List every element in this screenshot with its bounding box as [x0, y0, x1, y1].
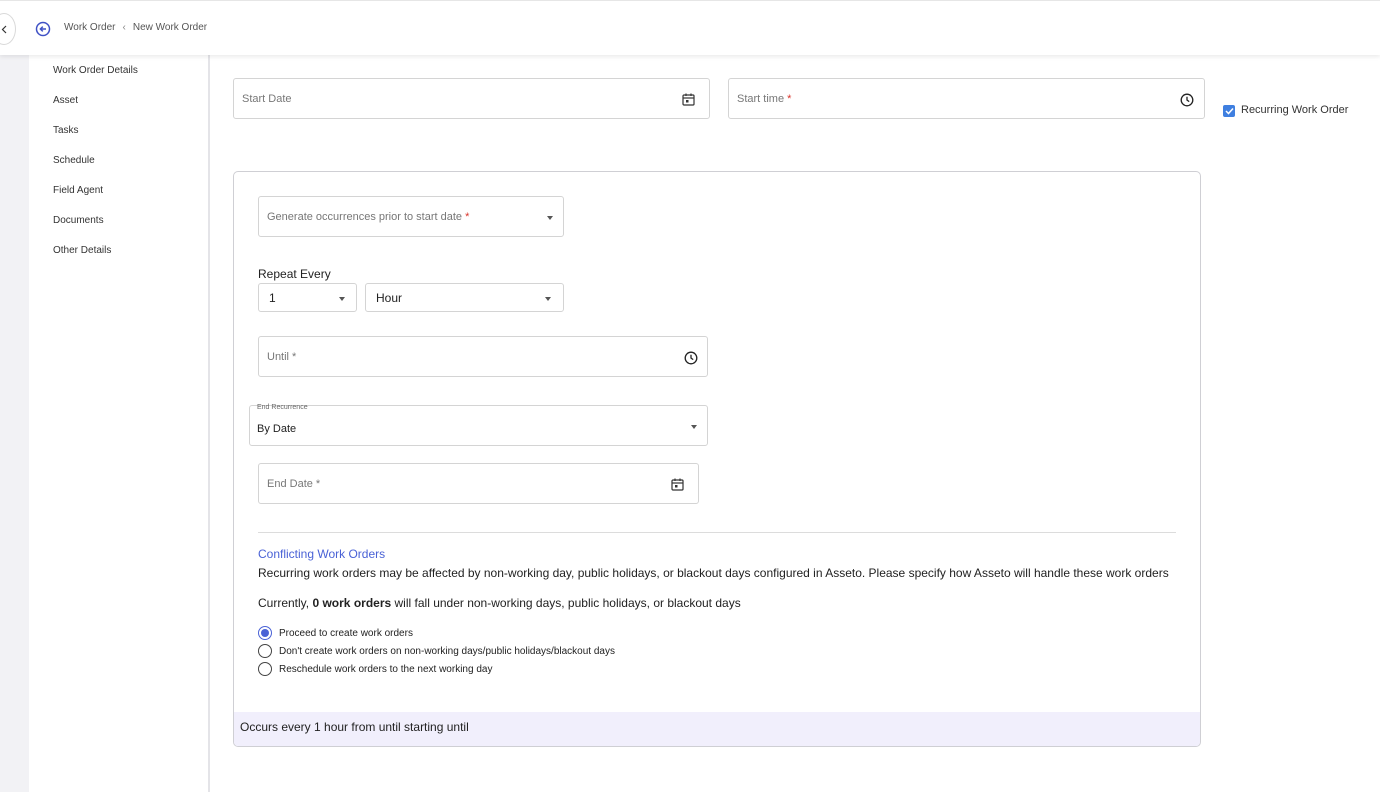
radio-proceed-label: Proceed to create work orders [279, 627, 413, 639]
repeat-count-select[interactable]: 1 [258, 283, 357, 312]
breadcrumb-new-work-order: New Work Order [132, 22, 208, 33]
generate-occurrences-placeholder: Generate occurrences prior to start date… [267, 211, 470, 223]
start-date-field[interactable]: Start Date [233, 78, 710, 119]
radio-button-selected[interactable] [258, 626, 272, 640]
nav-documents[interactable]: Documents [53, 215, 104, 226]
start-time-field[interactable]: Start time * [728, 78, 1205, 119]
left-rail [0, 55, 29, 792]
breadcrumb: Work Order ‹ New Work Order [64, 22, 207, 33]
end-recurrence-value: By Date [257, 423, 297, 435]
radio-dont-create-label: Don't create work orders on non-working … [279, 645, 615, 657]
chevron-left-icon [1, 25, 7, 33]
recurring-work-order-checkbox[interactable] [1223, 105, 1235, 117]
clock-icon[interactable] [684, 351, 698, 365]
until-placeholder: Until * [267, 351, 297, 363]
top-bar: Work Order ‹ New Work Order [0, 0, 1380, 55]
radio-button[interactable] [258, 662, 272, 676]
chevron-down-icon [691, 425, 697, 429]
checkmark-icon [1224, 107, 1234, 115]
nav-schedule[interactable]: Schedule [53, 155, 95, 166]
conflicting-work-orders-description: Recurring work orders may be affected by… [258, 566, 1169, 580]
breadcrumb-chevron-icon: ‹ [122, 22, 126, 33]
end-date-field[interactable]: End Date * [258, 463, 699, 504]
end-recurrence-label: End Recurrence [257, 404, 308, 411]
repeat-count-value: 1 [269, 291, 276, 305]
clock-icon[interactable] [1180, 93, 1194, 107]
calendar-icon[interactable] [671, 478, 684, 491]
radio-proceed[interactable]: Proceed to create work orders [258, 626, 413, 640]
recurrence-card: Generate occurrences prior to start date… [233, 171, 1201, 747]
radio-reschedule-label: Reschedule work orders to the next worki… [279, 663, 493, 675]
repeat-unit-select[interactable]: Hour [365, 283, 564, 312]
nav-other-details[interactable]: Other Details [53, 245, 111, 256]
conflicting-work-orders-count: Currently, 0 work orders will fall under… [258, 596, 741, 610]
nav-asset[interactable]: Asset [53, 95, 78, 106]
calendar-icon[interactable] [682, 93, 695, 106]
radio-button[interactable] [258, 644, 272, 658]
generate-occurrences-select[interactable]: Generate occurrences prior to start date… [258, 196, 564, 237]
nav-work-order-details[interactable]: Work Order Details [53, 65, 138, 76]
end-date-placeholder: End Date * [267, 478, 321, 490]
section-nav: Work Order Details Asset Tasks Schedule … [29, 55, 210, 792]
conflicting-work-orders-title: Conflicting Work Orders [258, 547, 386, 561]
start-time-placeholder: Start time * [737, 93, 792, 105]
recurrence-summary: Occurs every 1 hour from until starting … [234, 712, 1200, 746]
nav-tasks[interactable]: Tasks [53, 125, 79, 136]
section-divider [258, 532, 1176, 533]
chevron-down-icon [339, 297, 345, 301]
breadcrumb-work-order[interactable]: Work Order [64, 22, 116, 33]
repeat-unit-value: Hour [376, 291, 403, 305]
chevron-down-icon [547, 216, 553, 220]
back-arrow-icon[interactable] [35, 21, 51, 37]
nav-field-agent[interactable]: Field Agent [53, 185, 103, 196]
repeat-every-label: Repeat Every [258, 267, 331, 281]
radio-reschedule[interactable]: Reschedule work orders to the next worki… [258, 662, 492, 676]
until-field[interactable]: Until * [258, 336, 708, 377]
end-recurrence-select[interactable]: End Recurrence By Date [249, 404, 708, 446]
collapse-sidebar-button[interactable] [0, 13, 16, 45]
chevron-down-icon [545, 297, 551, 301]
start-date-placeholder: Start Date [242, 93, 292, 105]
recurring-work-order-label[interactable]: Recurring Work Order [1241, 104, 1348, 116]
radio-dont-create[interactable]: Don't create work orders on non-working … [258, 644, 615, 658]
